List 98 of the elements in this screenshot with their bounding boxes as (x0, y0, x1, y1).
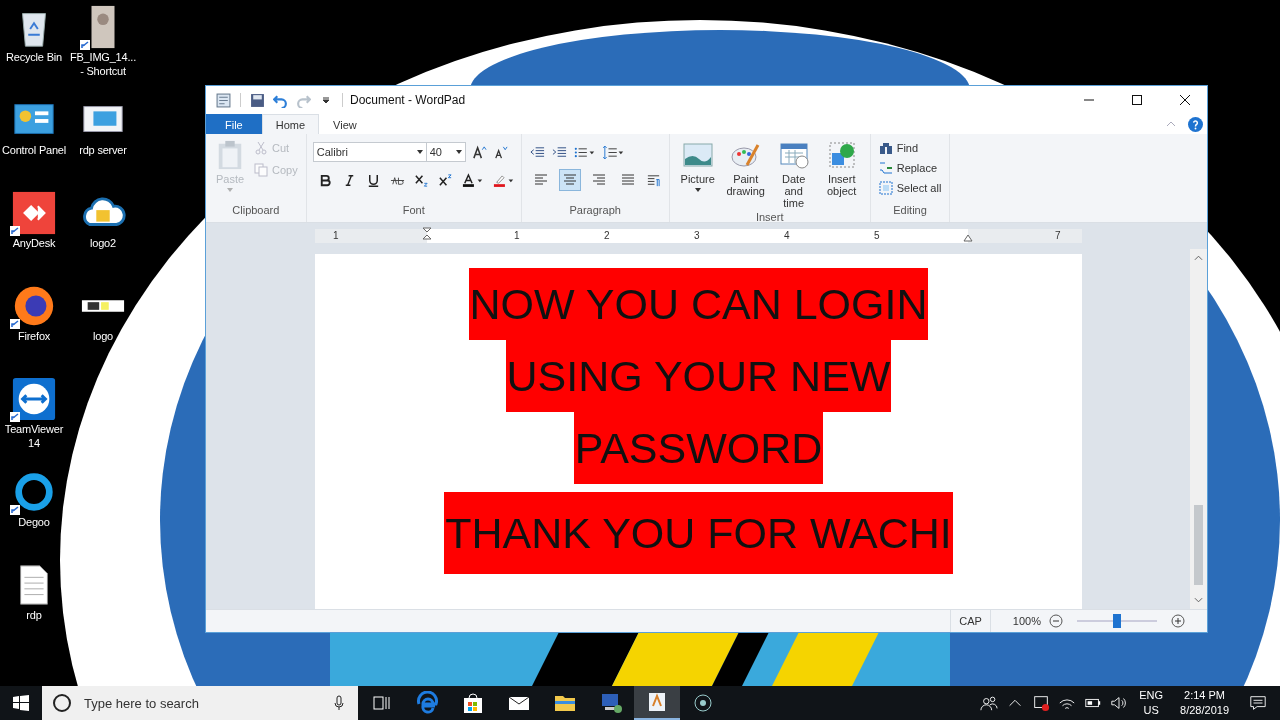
shrink-font-icon[interactable] (492, 144, 508, 160)
calendar-button[interactable]: Date and time (771, 138, 816, 211)
wordpad-taskbar-button[interactable] (634, 686, 680, 720)
security-alert-icon[interactable] (1032, 694, 1051, 712)
scroll-up-icon[interactable] (1194, 255, 1203, 261)
file-menu-button[interactable]: File (206, 114, 262, 134)
select-all-icon (878, 181, 893, 195)
ruler-number: 2 (604, 229, 610, 243)
line-spacing-icon[interactable] (602, 144, 625, 160)
volume-icon[interactable] (1110, 694, 1129, 712)
zoom-slider-thumb[interactable] (1113, 614, 1121, 628)
wordpad-app-icon[interactable] (216, 92, 231, 108)
ribbon-tab[interactable]: View (319, 114, 371, 134)
search-box[interactable]: Type here to search (42, 686, 358, 720)
caret-icon (455, 150, 462, 154)
select-button[interactable]: Select all (876, 178, 944, 198)
picture-icon (682, 140, 713, 170)
undo-icon[interactable] (273, 92, 288, 108)
notification-icon[interactable] (1249, 694, 1267, 712)
ruler-number: 3 (694, 229, 700, 243)
find-button[interactable]: Find (876, 138, 944, 158)
caret-icon (227, 188, 233, 192)
clock[interactable]: 2:14 PM 8/28/2019 (1180, 688, 1229, 718)
desktop-icon-label[interactable]: AnyDesk (12, 236, 56, 250)
increase-indent-icon[interactable] (551, 144, 567, 160)
window-title: Document - WordPad (350, 93, 466, 107)
align-right-icon (591, 174, 606, 186)
input-language-indicator[interactable]: ENG US (1139, 688, 1164, 718)
desktop-icon-label[interactable]: logo (93, 329, 113, 343)
desktop-icon-label[interactable]: Degoo (18, 515, 50, 529)
remote-icon (599, 691, 623, 715)
maximize-icon (1132, 95, 1142, 105)
align-center-button[interactable] (558, 169, 581, 191)
copy-icon (254, 163, 268, 177)
zoom-out-icon[interactable] (1049, 614, 1063, 628)
object-icon (826, 140, 857, 170)
close-icon (1180, 95, 1190, 105)
scissors-icon (254, 141, 268, 155)
caret-icon (416, 150, 423, 154)
binoculars-icon (878, 141, 893, 155)
align-left-icon (533, 174, 548, 186)
align-center-icon (562, 174, 577, 186)
align-justify-icon (620, 174, 635, 186)
store-icon (461, 691, 485, 715)
desktop-icon-label[interactable]: rdp server (79, 143, 127, 157)
save-icon[interactable] (250, 92, 265, 108)
paragraph-settings-icon[interactable] (645, 172, 661, 188)
desktop-icon-label[interactable]: Control Panel (1, 143, 67, 157)
paint-button[interactable]: Paint drawing (723, 138, 768, 211)
object-button[interactable]: Insert object (819, 138, 864, 211)
vertical-scrollbar[interactable] (1190, 249, 1207, 609)
desktop-icon-label[interactable]: Firefox (17, 329, 51, 343)
grow-font-icon[interactable] (471, 144, 487, 160)
ruler-number: 1 (514, 229, 520, 243)
microphone-icon[interactable] (334, 695, 344, 711)
picture-button[interactable]: Picture (675, 138, 720, 211)
desktop-icon-label[interactable]: logo2 (90, 236, 116, 250)
scroll-down-icon[interactable] (1194, 597, 1203, 603)
people-icon[interactable] (980, 694, 999, 712)
zoom-in-icon[interactable] (1171, 614, 1185, 628)
desktop-icon-label[interactable]: FB_IMG_14... - Shortcut (69, 50, 137, 78)
desktop-icon-label[interactable]: Recycle Bin (6, 50, 62, 64)
document-page[interactable]: NOW YOU CAN LOGIN USING YOUR NEW PASSWORD THANK YOU FOR WACHI (315, 254, 1082, 609)
ruler-number: 1 (333, 229, 339, 243)
search-field[interactable]: Type here to search (82, 694, 324, 712)
zoom-percentage: 100% (1012, 615, 1041, 627)
group-label: Insert (754, 211, 785, 223)
ribbon-tab[interactable]: Home (261, 114, 320, 134)
edge-icon (415, 691, 439, 715)
ruler-number: 4 (784, 229, 790, 243)
subscript-icon[interactable] (413, 172, 429, 188)
text-color-icon[interactable] (461, 172, 484, 188)
scrollbar-thumb[interactable] (1194, 505, 1203, 585)
desktop-icon-label[interactable]: rdp (26, 608, 42, 622)
ring-icon (691, 691, 715, 715)
group-label: Paragraph (568, 204, 622, 218)
highlight-color-icon[interactable] (492, 172, 515, 188)
left-indent-marker-icon[interactable] (422, 227, 432, 241)
replace-button[interactable]: Replace (876, 158, 944, 178)
help-icon[interactable] (1188, 116, 1203, 132)
font-family-dropdown[interactable]: Calibri (312, 142, 427, 162)
group-label: Clipboard (231, 204, 281, 218)
group-label: Editing (892, 204, 928, 218)
anydesk-icon[interactable] (11, 190, 57, 236)
group-label: Font (401, 204, 426, 218)
caps-lock-indicator: CAP (950, 610, 991, 632)
ruler-number: 5 (874, 229, 880, 243)
right-indent-marker-icon[interactable] (963, 234, 973, 242)
decrease-indent-icon[interactable] (529, 144, 545, 160)
desktop-icon-label[interactable]: TeamViewer 14 (0, 422, 68, 450)
calendar-icon (778, 140, 809, 170)
ruler-number: 7 (1055, 229, 1061, 243)
search-circle-icon (52, 693, 72, 713)
teamviewer-icon[interactable] (11, 376, 57, 422)
replace-icon (878, 161, 893, 175)
start-button-icon[interactable] (13, 695, 29, 711)
font-size-dropdown[interactable]: 40 (425, 142, 466, 162)
superscript-icon[interactable] (437, 172, 453, 188)
